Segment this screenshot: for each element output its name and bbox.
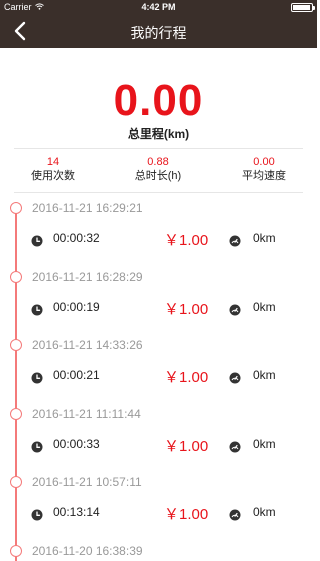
clock-icon	[31, 371, 43, 384]
timeline-dot	[10, 270, 22, 283]
trip-date: 2016-11-21 10:57:11	[32, 475, 142, 490]
trip-duration: 00:00:21	[53, 368, 100, 383]
trip-price: ￥1.00	[164, 437, 209, 455]
stat-label: 总时长(h)	[134, 170, 182, 182]
stat-total-duration: 0.88 总时长(h)	[108, 156, 208, 184]
trip-duration: 00:00:33	[53, 436, 100, 451]
trip-price: ￥1.00	[164, 506, 209, 524]
stat-usage-count: 14 使用次数	[3, 156, 103, 184]
trip-date: 2016-11-21 11:11:44	[32, 406, 141, 421]
speedometer-icon	[229, 508, 241, 521]
clock-icon	[31, 508, 43, 521]
trip-distance: 0km	[253, 368, 276, 383]
trip-distance: 0km	[253, 231, 276, 245]
timeline-dot	[10, 339, 22, 352]
stat-label: 平均速度	[242, 170, 286, 182]
status-time: 4:42 PM	[141, 2, 176, 12]
trip-price: ￥1.00	[164, 232, 209, 249]
stat-value: 0.00	[253, 156, 275, 168]
trip-price: ￥1.00	[164, 369, 209, 387]
trip-duration: 00:13:14	[53, 505, 100, 520]
trip-price: ￥1.00	[164, 300, 209, 318]
timeline-dot	[10, 476, 22, 489]
trip-duration: 00:00:19	[53, 299, 100, 314]
stat-average-speed: 0.00 平均速度	[214, 156, 314, 184]
timeline-dot	[10, 407, 22, 420]
stat-value: 14	[46, 156, 60, 168]
timeline-dot	[10, 202, 22, 214]
speedometer-icon	[229, 303, 241, 316]
clock-icon	[31, 303, 43, 316]
divider	[14, 148, 303, 149]
trip-date: 2016-11-20 16:38:39	[32, 544, 143, 558]
stat-value: 0.88	[147, 156, 169, 168]
trip-date: 2016-11-21 16:28:29	[32, 269, 143, 284]
trip-date: 2016-11-21 14:33:26	[32, 338, 143, 353]
status-bar: Carrier 4:42 PM	[0, 0, 317, 14]
timeline-dot	[10, 545, 22, 557]
nav-bar: 我的行程	[0, 14, 317, 48]
stat-label: 使用次数	[31, 170, 75, 182]
page-title: 我的行程	[130, 25, 187, 41]
divider	[14, 192, 303, 193]
speedometer-icon	[229, 440, 241, 453]
battery-icon	[291, 3, 315, 12]
total-distance-label: 总里程(km)	[127, 127, 190, 141]
clock-icon	[31, 440, 43, 453]
speedometer-icon	[229, 371, 241, 384]
total-distance-value: 0.00	[113, 76, 204, 125]
speedometer-icon	[229, 234, 241, 247]
trip-duration: 00:00:32	[53, 231, 100, 245]
trip-distance: 0km	[253, 299, 276, 314]
trip-date: 2016-11-21 16:29:21	[32, 201, 143, 215]
timeline-line	[15, 206, 17, 561]
trip-distance: 0km	[253, 436, 276, 451]
trip-distance: 0km	[253, 505, 276, 520]
clock-icon	[31, 234, 43, 247]
